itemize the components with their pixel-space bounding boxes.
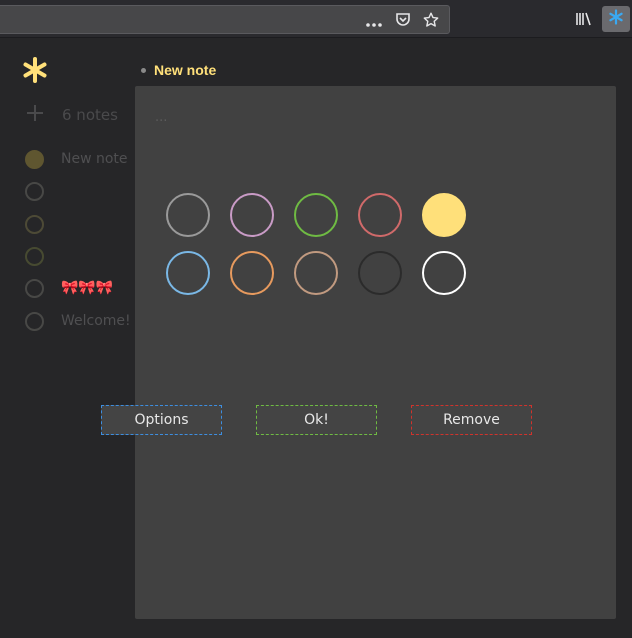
- note-color-dot: [25, 278, 44, 298]
- star-icon[interactable]: [421, 10, 441, 30]
- note-item-2[interactable]: [25, 213, 61, 235]
- note-title[interactable]: New note: [141, 60, 216, 80]
- note-label: 🎀🎀🎀: [61, 280, 114, 296]
- note-item-5[interactable]: Welcome!: [25, 310, 131, 332]
- note-body-editor[interactable]: ...: [155, 110, 585, 128]
- ok-button[interactable]: Ok!: [256, 405, 377, 435]
- url-bar[interactable]: [0, 5, 450, 34]
- color-swatch-orange[interactable]: [230, 251, 274, 295]
- note-item-0[interactable]: New note: [25, 148, 128, 170]
- note-label: New note: [61, 151, 128, 167]
- color-swatch-yellow[interactable]: [422, 193, 466, 237]
- note-color-dot: [25, 181, 44, 201]
- asterisk-icon: [608, 9, 624, 29]
- notes-count: 6 notes: [62, 106, 118, 124]
- ellipsis-icon[interactable]: [364, 15, 384, 35]
- color-swatch-brown[interactable]: [294, 251, 338, 295]
- note-color-dot: [25, 311, 44, 331]
- color-swatch-red[interactable]: [358, 193, 402, 237]
- color-swatch-blue[interactable]: [166, 251, 210, 295]
- note-color-dot: [25, 246, 44, 266]
- note-title-text: New note: [154, 62, 217, 78]
- color-swatch-black[interactable]: [358, 251, 402, 295]
- remove-button[interactable]: Remove: [411, 405, 532, 435]
- title-bullet-icon: [141, 67, 146, 73]
- color-swatch-purple[interactable]: [230, 193, 274, 237]
- plus-icon: [24, 102, 46, 128]
- pocket-icon[interactable]: [393, 10, 413, 30]
- note-color-dot: [25, 149, 44, 169]
- note-item-1[interactable]: [25, 180, 61, 202]
- browser-toolbar: [0, 0, 632, 38]
- color-swatch-white[interactable]: [422, 251, 466, 295]
- add-note-row[interactable]: 6 notes: [24, 103, 118, 127]
- note-editor-panel: ...: [135, 86, 616, 619]
- color-swatch-green[interactable]: [294, 193, 338, 237]
- notes-extension-button[interactable]: [602, 6, 630, 32]
- asterisk-logo-icon: [22, 57, 48, 83]
- note-item-4[interactable]: 🎀🎀🎀: [25, 277, 113, 299]
- note-color-dot: [25, 214, 44, 234]
- note-label: Welcome!: [61, 313, 131, 329]
- color-swatch-gray[interactable]: [166, 193, 210, 237]
- options-button[interactable]: Options: [101, 405, 222, 435]
- note-item-3[interactable]: [25, 245, 61, 267]
- library-icon[interactable]: [574, 9, 594, 29]
